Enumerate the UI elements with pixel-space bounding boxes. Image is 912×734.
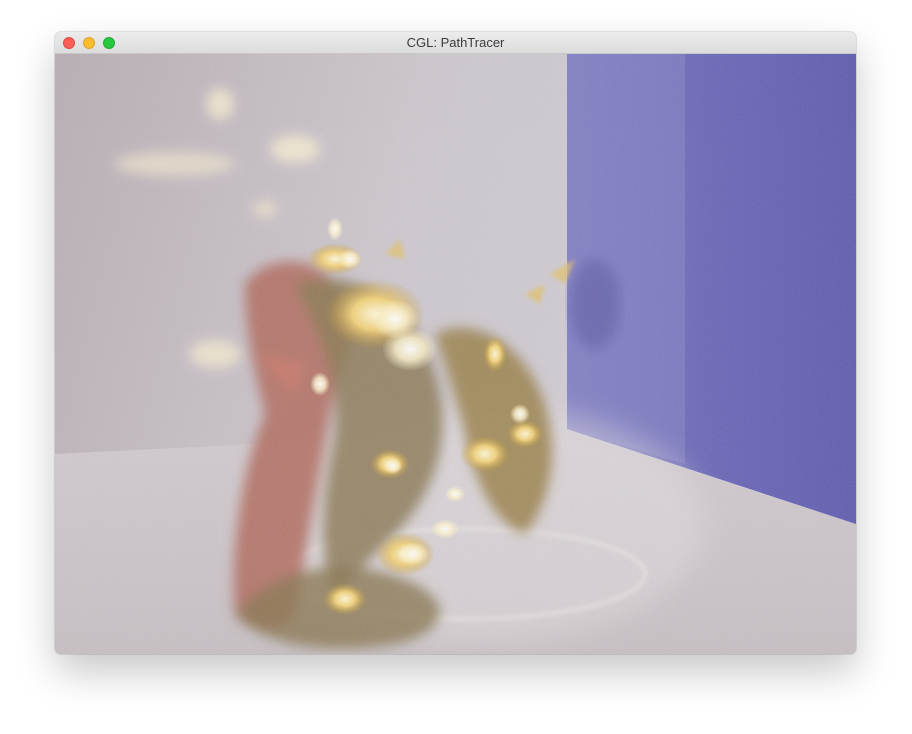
render-viewport[interactable] (55, 54, 856, 654)
app-window: CGL: PathTracer (55, 32, 856, 654)
title-bar[interactable]: CGL: PathTracer (55, 32, 856, 54)
window-title: CGL: PathTracer (406, 35, 505, 50)
render-noise (55, 54, 856, 654)
rendered-image (55, 54, 856, 654)
